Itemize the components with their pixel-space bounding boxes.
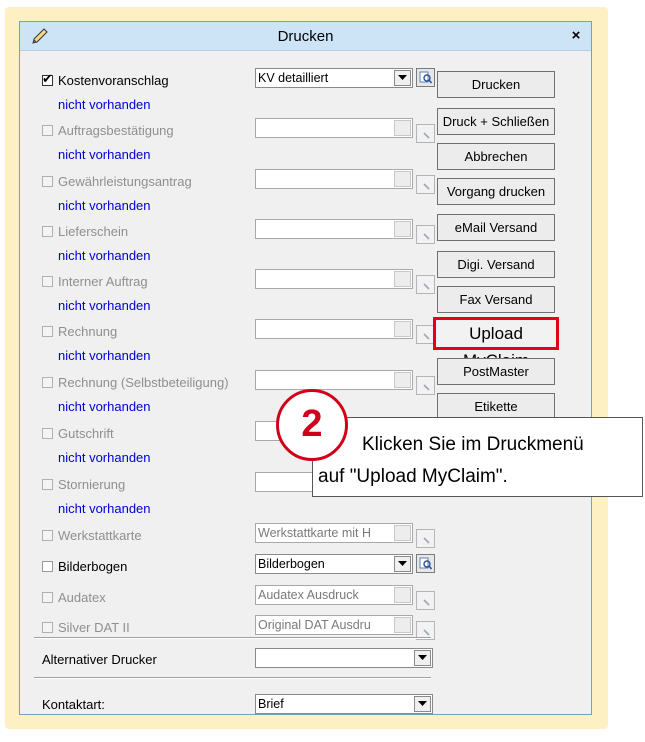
document-label: Rechnung: [58, 324, 118, 339]
chevron-down-icon[interactable]: [414, 696, 431, 712]
document-status: nicht vorhanden: [58, 198, 151, 213]
template-select[interactable]: [255, 370, 413, 390]
vorgang-drucken-button[interactable]: Vorgang drucken: [437, 178, 555, 205]
chevron-down-icon[interactable]: [394, 171, 411, 187]
chevron-down-icon[interactable]: [394, 372, 411, 388]
callout-line-2: auf "Upload MyClaim".: [318, 466, 508, 487]
template-select[interactable]: [255, 269, 413, 289]
template-select[interactable]: Audatex Ausdruck: [255, 585, 413, 605]
template-value: Werkstattkarte mit H: [258, 526, 371, 540]
printer-label: Alternativer Drucker: [42, 652, 157, 667]
preview-icon[interactable]: [416, 376, 435, 395]
upload-myclaim-button[interactable]: Upload MyClaim: [433, 317, 559, 370]
preview-icon[interactable]: [416, 68, 435, 87]
preview-icon[interactable]: [416, 554, 435, 573]
chevron-down-icon[interactable]: [394, 617, 411, 633]
chevron-down-icon[interactable]: [394, 271, 411, 287]
template-select[interactable]: Werkstattkarte mit H: [255, 523, 413, 543]
checkbox[interactable]: ✔: [42, 71, 53, 86]
checkbox[interactable]: [42, 479, 53, 490]
chevron-down-icon[interactable]: [414, 650, 431, 666]
template-select[interactable]: Original DAT Ausdru: [255, 615, 413, 635]
separator: [34, 637, 431, 639]
chevron-down-icon[interactable]: [394, 70, 411, 86]
printer-select[interactable]: [255, 648, 433, 668]
step-badge: 2: [276, 389, 348, 461]
checkbox[interactable]: [42, 276, 53, 287]
preview-icon[interactable]: [416, 124, 435, 143]
template-value: Bilderbogen: [258, 557, 325, 571]
document-label: Werkstattkarte: [58, 528, 142, 543]
checkbox[interactable]: [42, 176, 53, 187]
druck-schließen-button[interactable]: Druck + Schließen: [437, 108, 555, 135]
checkbox[interactable]: [42, 530, 53, 541]
document-status: nicht vorhanden: [58, 450, 151, 465]
document-status: nicht vorhanden: [58, 501, 151, 516]
checkbox[interactable]: [42, 377, 53, 388]
preview-icon[interactable]: [416, 591, 435, 610]
template-value: Audatex Ausdruck: [258, 588, 359, 602]
callout-line-1: Klicken Sie im Druckmenü: [362, 434, 584, 455]
drucken-button[interactable]: Drucken: [437, 71, 555, 98]
contact-value: Brief: [258, 697, 284, 711]
template-value: KV detailliert: [258, 71, 329, 85]
document-label: Auftragsbestätigung: [58, 123, 174, 138]
chevron-down-icon[interactable]: [394, 556, 411, 572]
contact-select[interactable]: Brief: [255, 694, 433, 714]
checkbox[interactable]: [42, 226, 53, 237]
preview-icon[interactable]: [416, 529, 435, 548]
abbrechen-button[interactable]: Abbrechen: [437, 143, 555, 170]
contact-label: Kontaktart:: [42, 697, 105, 712]
window-title: Drucken: [277, 28, 334, 45]
document-label: Audatex: [58, 590, 106, 605]
document-label: Stornierung: [58, 477, 126, 492]
etikette-button[interactable]: Etikette: [437, 393, 555, 420]
preview-icon[interactable]: [416, 225, 435, 244]
template-select[interactable]: Bilderbogen: [255, 554, 413, 574]
document-status: nicht vorhanden: [58, 298, 151, 313]
email-versand-button[interactable]: eMail Versand: [437, 214, 555, 241]
document-label: Gutschrift: [58, 426, 114, 441]
document-label: Interner Auftrag: [58, 274, 148, 289]
document-label: Gewährleistungsantrag: [58, 174, 192, 189]
digi-versand-button[interactable]: Digi. Versand: [437, 251, 555, 278]
preview-icon[interactable]: [416, 175, 435, 194]
checkbox[interactable]: [42, 326, 53, 337]
document-status: nicht vorhanden: [58, 147, 151, 162]
postmaster-button[interactable]: PostMaster: [437, 358, 555, 385]
checkbox[interactable]: [42, 428, 53, 439]
fax-versand-button[interactable]: Fax Versand: [437, 286, 555, 313]
checkbox[interactable]: [42, 561, 53, 572]
chevron-down-icon[interactable]: [394, 221, 411, 237]
template-select[interactable]: [255, 118, 413, 138]
document-label: Bilderbogen: [58, 559, 128, 574]
chevron-down-icon[interactable]: [394, 587, 411, 603]
title-bar: Drucken ×: [20, 22, 591, 51]
checkbox[interactable]: [42, 592, 53, 603]
document-status: nicht vorhanden: [58, 248, 151, 263]
document-label: Lieferschein: [58, 224, 129, 239]
document-label: Kostenvoranschlag: [58, 73, 169, 88]
preview-icon[interactable]: [416, 275, 435, 294]
document-status: nicht vorhanden: [58, 348, 151, 363]
document-status: nicht vorhanden: [58, 399, 151, 414]
document-label: Rechnung (Selbstbeteiligung): [58, 375, 229, 390]
checkbox[interactable]: [42, 622, 53, 633]
template-select[interactable]: KV detailliert: [255, 68, 413, 88]
document-label: Silver DAT II: [58, 620, 130, 635]
chevron-down-icon[interactable]: [394, 120, 411, 136]
chevron-down-icon[interactable]: [394, 525, 411, 541]
check-icon: ✔: [42, 71, 53, 86]
template-select[interactable]: [255, 219, 413, 239]
template-select[interactable]: [255, 319, 413, 339]
chevron-down-icon[interactable]: [394, 321, 411, 337]
checkbox[interactable]: [42, 125, 53, 136]
template-value: Original DAT Ausdru: [258, 618, 371, 632]
document-status: nicht vorhanden: [58, 97, 151, 112]
close-button[interactable]: ×: [567, 27, 585, 44]
template-select[interactable]: [255, 169, 413, 189]
separator: [34, 677, 431, 679]
